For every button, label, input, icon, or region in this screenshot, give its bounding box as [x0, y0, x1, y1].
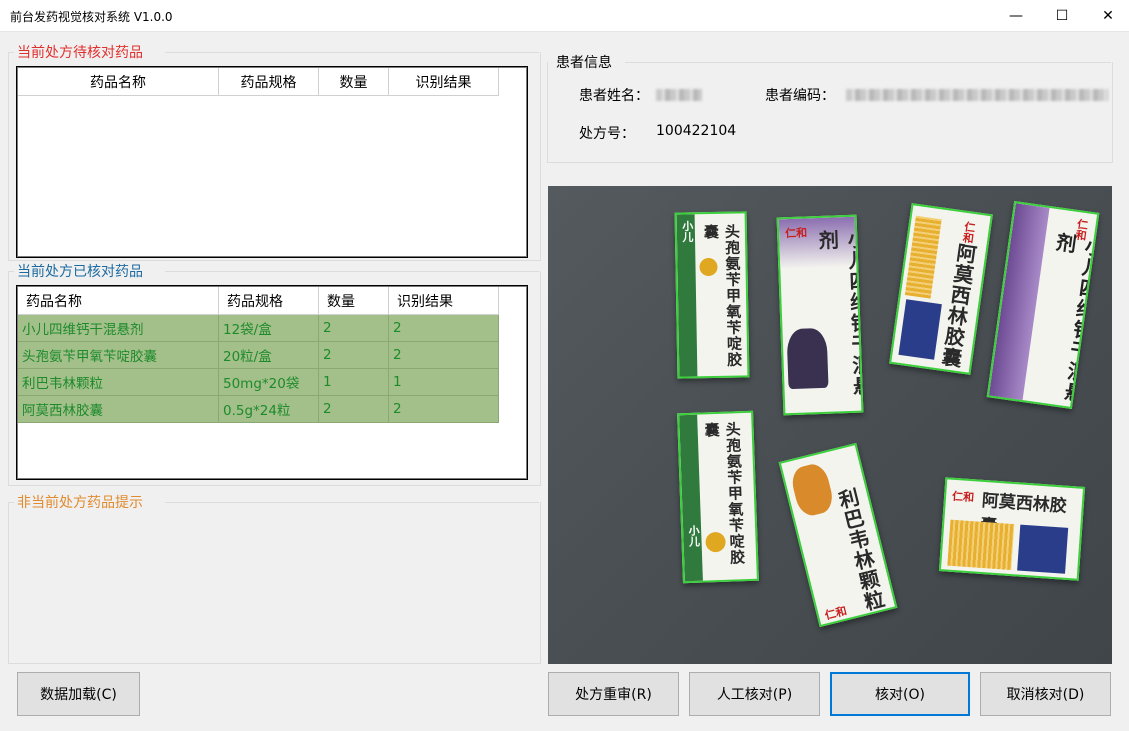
box-logo: 小儿 — [686, 524, 701, 548]
box-label: 利巴韦林颗粒 — [833, 486, 888, 615]
row-name: 阿莫西林胶囊 — [18, 395, 219, 423]
box-logo: 仁和 — [784, 226, 808, 241]
verified-col-result[interactable]: 识别结果 — [388, 287, 499, 315]
row-name: 利巴韦林颗粒 — [18, 368, 219, 396]
row-name: 小儿四维钙干混悬剂 — [18, 314, 219, 342]
pending-table[interactable]: 药品名称 药品规格 数量 识别结果 — [16, 66, 528, 258]
verified-col-spec[interactable]: 药品规格 — [218, 287, 319, 315]
window-title: 前台发药视觉核对系统 V1.0.0 — [10, 10, 173, 24]
rx-value: 100422104 — [656, 123, 737, 139]
pending-header-row: 药品名称 药品规格 数量 识别结果 — [18, 68, 499, 96]
close-icon[interactable]: ✕ — [1085, 0, 1129, 31]
minimize-icon[interactable]: — — [993, 0, 1039, 31]
detected-box: 仁和 阿莫西林胶囊 — [889, 203, 993, 375]
box-logo: 仁和 — [823, 604, 849, 623]
row-name: 头孢氨苄甲氧苄啶胶囊 — [18, 341, 219, 369]
rx-label: 处方号： — [579, 126, 635, 142]
re-review-button[interactable]: 处方重审(R) — [548, 672, 679, 716]
verified-table[interactable]: 药品名称 药品规格 数量 识别结果 小儿四维钙干混悬剂 12袋/盒 2 2 头孢… — [16, 285, 528, 480]
box-logo: 小儿 — [680, 220, 695, 243]
detected-box: 仁和 小儿四维钙干混悬剂 — [776, 214, 864, 416]
box-label: 阿莫西林胶囊 — [937, 241, 979, 370]
maximize-icon[interactable]: ☐ — [1039, 0, 1085, 31]
box-logo: 仁和 — [951, 489, 975, 505]
title-bar: 前台发药视觉核对系统 V1.0.0 — ☐ ✕ — [0, 0, 1129, 32]
patient-code-value — [846, 89, 1108, 101]
verified-title: 当前处方已核对药品 — [17, 264, 143, 280]
patient-name-label: 患者姓名： — [579, 88, 649, 104]
box-logo: 仁和 — [960, 220, 977, 245]
patient-code-label: 患者编码： — [765, 88, 835, 104]
row-result: 2 — [388, 314, 499, 342]
detected-box: 仁和 小儿四维钙干混悬剂 — [986, 200, 1100, 410]
pending-col-qty[interactable]: 数量 — [318, 68, 389, 96]
camera-view: 小儿 头孢氨苄甲氧苄啶胶囊 仁和 小儿四维钙干混悬剂 仁和 阿莫西林胶囊 仁和 … — [548, 186, 1112, 664]
detected-box: 仁和 阿莫西林胶囊 — [938, 477, 1086, 581]
pending-col-result[interactable]: 识别结果 — [388, 68, 499, 96]
non-current-title: 非当前处方药品提示 — [17, 495, 143, 511]
box-label: 头孢氨苄甲氧苄啶胶囊 — [702, 421, 747, 566]
pending-col-name[interactable]: 药品名称 — [18, 68, 219, 96]
load-data-button[interactable]: 数据加载(C) — [17, 672, 140, 716]
detected-box: 头孢氨苄甲氧苄啶胶囊 小儿 — [677, 410, 759, 584]
table-row[interactable]: 头孢氨苄甲氧苄啶胶囊 20粒/盒 2 2 — [18, 341, 499, 369]
patient-name-value — [656, 89, 702, 101]
pending-title: 当前处方待核对药品 — [17, 45, 143, 61]
verify-button[interactable]: 核对(O) — [830, 672, 970, 716]
row-spec: 50mg*20袋 — [218, 368, 319, 396]
non-current-group — [8, 502, 541, 664]
verified-col-qty[interactable]: 数量 — [318, 287, 389, 315]
table-row[interactable]: 阿莫西林胶囊 0.5g*24粒 2 2 — [18, 395, 499, 423]
row-spec: 0.5g*24粒 — [218, 395, 319, 423]
patient-group — [547, 62, 1113, 163]
cancel-verify-button[interactable]: 取消核对(D) — [980, 672, 1111, 716]
row-result: 2 — [388, 341, 499, 369]
row-spec: 20粒/盒 — [218, 341, 319, 369]
detected-box: 小儿 头孢氨苄甲氧苄啶胶囊 — [674, 211, 750, 379]
box-label: 头孢氨苄甲氧苄啶胶囊 — [701, 223, 744, 368]
row-qty: 2 — [318, 395, 389, 423]
row-result: 2 — [388, 395, 499, 423]
row-result: 1 — [388, 368, 499, 396]
manual-verify-button[interactable]: 人工核对(P) — [689, 672, 820, 716]
detected-box: 仁和 利巴韦林颗粒 — [778, 442, 898, 628]
table-row[interactable]: 小儿四维钙干混悬剂 12袋/盒 2 2 — [18, 314, 499, 342]
pending-col-spec[interactable]: 药品规格 — [218, 68, 319, 96]
row-qty: 2 — [318, 314, 389, 342]
row-qty: 1 — [318, 368, 389, 396]
verified-col-name[interactable]: 药品名称 — [18, 287, 219, 315]
row-spec: 12袋/盒 — [218, 314, 319, 342]
verified-header-row: 药品名称 药品规格 数量 识别结果 — [18, 287, 499, 315]
table-row[interactable]: 利巴韦林颗粒 50mg*20袋 1 1 — [18, 368, 499, 396]
row-qty: 2 — [318, 341, 389, 369]
